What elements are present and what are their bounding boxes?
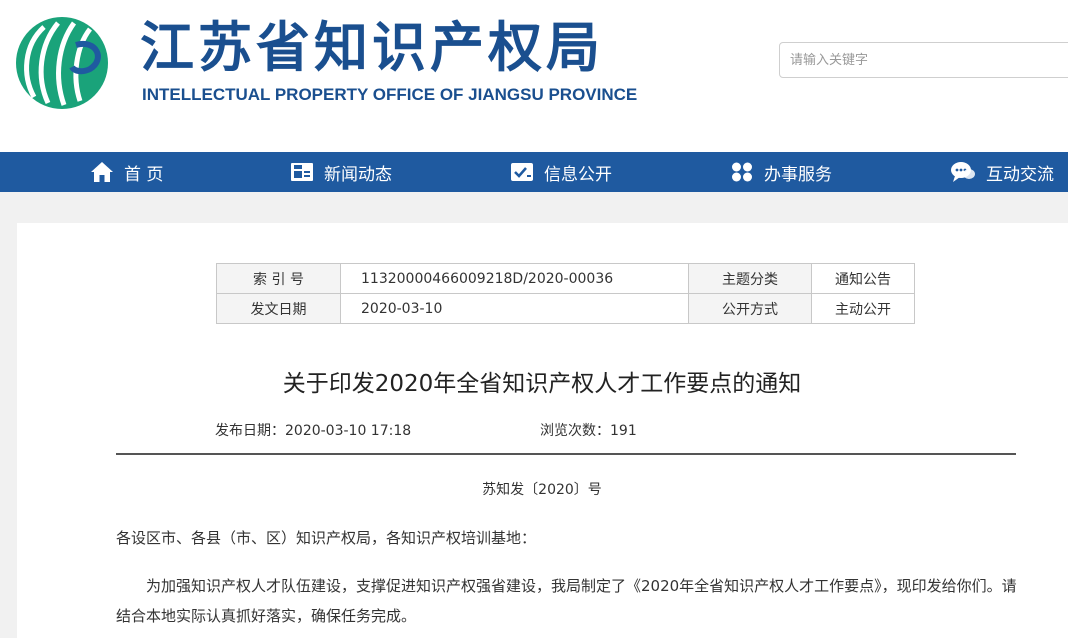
check-card-icon (511, 163, 533, 181)
nav-item-label: 新闻动态 (324, 164, 392, 185)
newspaper-icon (291, 163, 313, 181)
date-label: 发文日期 (216, 293, 341, 324)
site-title: 江苏省知识产权局 (140, 16, 604, 79)
article-panel: 索 引 号 11320000466009218D/2020-00036 主题分类… (17, 223, 1068, 638)
body-paragraph: 为加强知识产权人才队伍建设，支撑促进知识产权强省建设，我局制定了《2020年全省… (116, 577, 1017, 625)
divider (116, 453, 1016, 455)
nav-item-services[interactable]: 办事服务 (730, 152, 832, 192)
nav-item-label: 信息公开 (544, 164, 612, 185)
nav-item-news[interactable]: 新闻动态 (290, 152, 392, 192)
search-input[interactable] (779, 42, 1068, 78)
document-number: 苏知发〔2020〕号 (482, 482, 602, 498)
site-header: 江苏省知识产权局 INTELLECTUAL PROPERTY OFFICE OF… (0, 0, 1068, 152)
index-value: 11320000466009218D/2020-00036 (340, 263, 689, 294)
nav-item-home[interactable]: 首 页 (90, 152, 163, 192)
topic-value: 通知公告 (811, 263, 915, 294)
grid-circles-icon (732, 162, 752, 182)
document-meta-table: 索 引 号 11320000466009218D/2020-00036 主题分类… (216, 263, 915, 324)
nav-item-interaction[interactable]: 互动交流 (950, 152, 1054, 192)
method-value: 主动公开 (811, 293, 915, 324)
salutation: 各设区市、各县（市、区）知识产权局，各知识产权培训基地： (116, 529, 537, 547)
table-row: 索 引 号 11320000466009218D/2020-00036 主题分类… (216, 263, 915, 294)
method-label: 公开方式 (688, 293, 812, 324)
site-subtitle: INTELLECTUAL PROPERTY OFFICE OF JIANGSU … (142, 85, 638, 104)
topic-label: 主题分类 (688, 263, 812, 294)
main-nav: 首 页 新闻动态 信息公开 办事服务 互动交流 (0, 152, 1068, 192)
article-title: 关于印发2020年全省知识产权人才工作要点的通知 (282, 371, 802, 397)
home-icon (91, 162, 113, 182)
date-value: 2020-03-10 (340, 293, 689, 324)
publish-date: 发布日期：2020-03-10 17:18 (215, 423, 412, 439)
jiangsu-ipo-logo-icon[interactable] (14, 15, 110, 111)
nav-item-label: 办事服务 (764, 164, 832, 185)
table-row: 发文日期 2020-03-10 公开方式 主动公开 (216, 293, 915, 324)
nav-item-label: 互动交流 (986, 164, 1054, 185)
nav-item-label: 首 页 (124, 164, 164, 185)
nav-item-info-disclosure[interactable]: 信息公开 (510, 152, 612, 192)
chat-bubbles-icon (951, 162, 975, 182)
view-count: 浏览次数：191 (540, 423, 637, 439)
index-label: 索 引 号 (216, 263, 341, 294)
